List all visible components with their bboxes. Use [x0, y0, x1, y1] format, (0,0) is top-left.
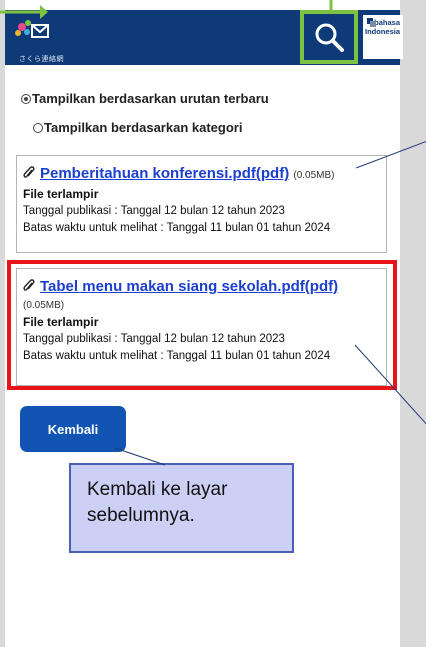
- logo-icon: さくら連絡網: [13, 18, 73, 63]
- file-size: (0.05MB): [293, 170, 335, 181]
- language-button[interactable]: bahasa Indonesia: [363, 15, 403, 59]
- callout-box: Kembali ke layar sebelumnya.: [69, 463, 294, 553]
- logo-text: さくら連絡網: [19, 56, 64, 63]
- radio-category[interactable]: [33, 122, 43, 133]
- sort-option-newest[interactable]: Tampilkan berdasarkan urutan terbaru: [21, 91, 269, 106]
- search-button[interactable]: [300, 10, 358, 64]
- sort-option-category-label: Tampilkan berdasarkan kategori: [44, 120, 243, 135]
- publish-date: Tanggal publikasi : Tanggal 12 bulan 12 …: [23, 205, 285, 217]
- notice-title-row: Pemberitahuan konferensi.pdf(pdf) (0.05M…: [23, 164, 380, 186]
- language-label-line2: Indonesia: [364, 27, 400, 36]
- language-icon: [367, 18, 376, 27]
- paperclip-icon: [23, 166, 35, 178]
- view-deadline: Batas waktu untuk melihat : Tanggal 11 b…: [23, 222, 331, 234]
- back-button[interactable]: Kembali: [20, 406, 126, 452]
- highlight-frame: [7, 260, 397, 390]
- attachment-label: File terlampir: [23, 187, 99, 201]
- app-header: さくら連絡網 bahasa Indonesia: [5, 10, 403, 65]
- search-icon: [315, 23, 344, 52]
- right-frame-border: [400, 0, 426, 647]
- radio-newest[interactable]: [21, 93, 31, 104]
- sort-option-newest-label: Tampilkan berdasarkan urutan terbaru: [32, 91, 269, 106]
- notice-card: Pemberitahuan konferensi.pdf(pdf) (0.05M…: [16, 155, 387, 253]
- sort-option-category[interactable]: Tampilkan berdasarkan kategori: [33, 120, 242, 135]
- app-screen: さくら連絡網 bahasa Indonesia Tampilkan berdas…: [5, 0, 403, 647]
- notice-attachment-link[interactable]: Pemberitahuan konferensi.pdf(pdf): [40, 165, 289, 182]
